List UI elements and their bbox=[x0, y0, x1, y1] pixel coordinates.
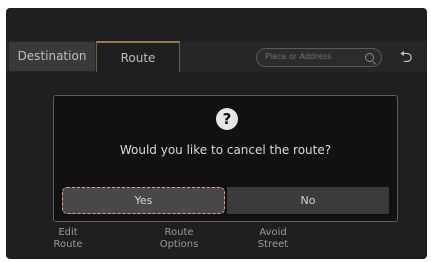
menu-item-edit-route[interactable]: Edit Route bbox=[43, 227, 93, 251]
menu-item-line1: Route bbox=[164, 227, 194, 238]
question-icon: ? bbox=[216, 108, 238, 130]
no-button[interactable]: No bbox=[227, 187, 389, 214]
search-field[interactable]: Place or Address bbox=[256, 48, 382, 67]
menu-item-route-options[interactable]: Route Options bbox=[149, 227, 209, 251]
menu-item-avoid-street[interactable]: Avoid Street bbox=[248, 227, 298, 251]
menu-item-line2: Route bbox=[53, 239, 83, 250]
cancel-route-dialog: ? Would you like to cancel the route? Ye… bbox=[53, 95, 398, 222]
tab-destination[interactable]: Destination bbox=[9, 42, 95, 71]
menu-item-line1: Edit bbox=[58, 227, 78, 238]
search-placeholder: Place or Address bbox=[265, 52, 332, 61]
menu-item-line2: Street bbox=[257, 239, 289, 250]
menu-item-line2: Options bbox=[159, 239, 199, 250]
menu-item-line1: Avoid bbox=[259, 227, 287, 238]
dialog-message: Would you like to cancel the route? bbox=[119, 143, 332, 157]
search-icon[interactable] bbox=[365, 53, 374, 62]
back-button[interactable]: ⮌ bbox=[392, 46, 420, 68]
nav-screen: Destination Route Place or Address ⮌ Edi… bbox=[6, 8, 427, 259]
yes-button[interactable]: Yes bbox=[62, 187, 225, 214]
tab-route[interactable]: Route bbox=[96, 41, 180, 72]
